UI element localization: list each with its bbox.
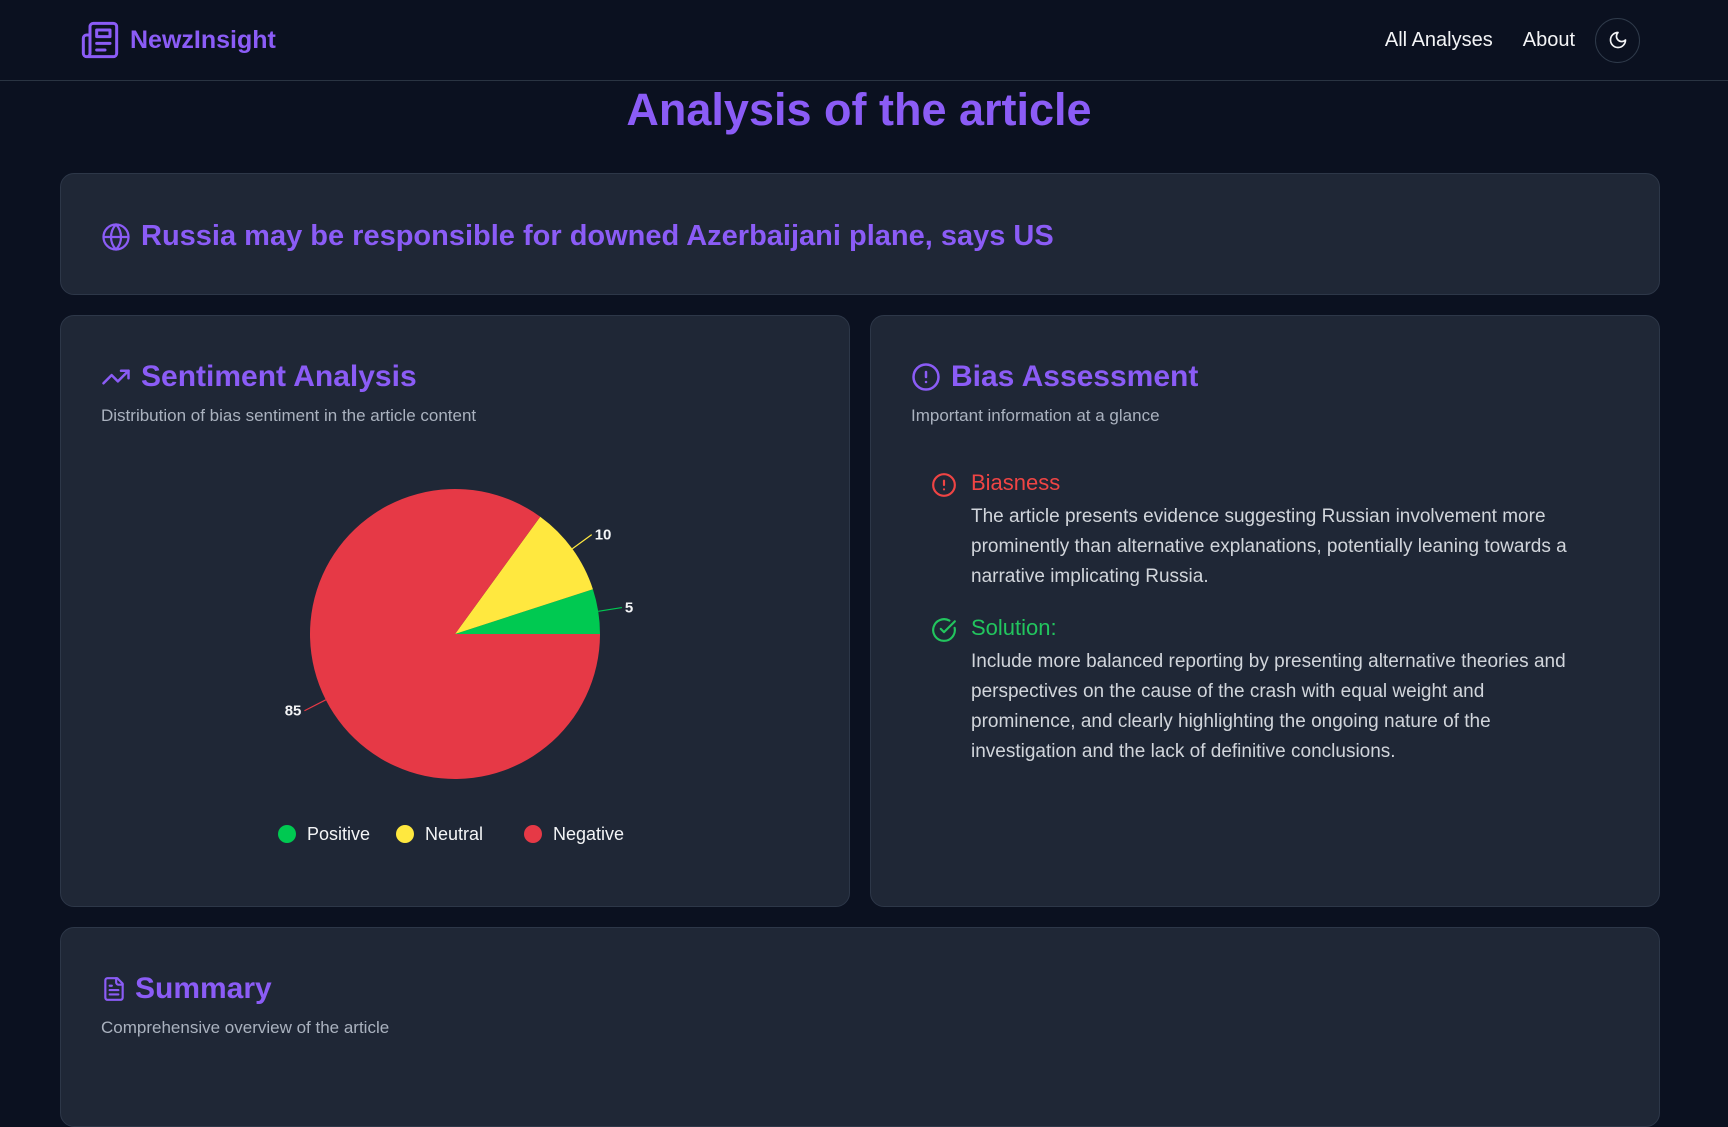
brand-link[interactable]: NewzInsight <box>80 20 276 60</box>
biasness-label: Biasness <box>971 470 1061 495</box>
article-headline: Russia may be responsible for downed Aze… <box>141 220 1054 252</box>
legend-label-positive: Positive <box>307 824 370 844</box>
legend-swatch-neutral <box>396 825 414 843</box>
navbar: NewzInsight All Analyses About <box>0 0 1728 81</box>
bias-subtitle: Important information at a glance <box>911 406 1160 425</box>
biasness-item: Biasness The article presents evidence s… <box>931 470 1591 592</box>
bias-title: Bias Assessment <box>951 360 1199 393</box>
legend-swatch-negative <box>524 825 542 843</box>
file-text-icon <box>104 977 124 1001</box>
nav-links: All Analyses About <box>1385 17 1640 63</box>
sentiment-analysis-card: Sentiment Analysis Distribution of bias … <box>60 315 850 907</box>
theme-toggle-button[interactable] <box>1595 17 1640 63</box>
biasness-text: The article presents evidence suggesting… <box>971 506 1567 587</box>
legend-label-negative: Negative <box>553 824 624 844</box>
pie-value-label-positive: 5 <box>625 600 633 617</box>
article-headline-card: Russia may be responsible for downed Aze… <box>60 173 1660 295</box>
legend-swatch-positive <box>278 825 296 843</box>
pie-label-line-positive <box>598 606 623 612</box>
pie-label-line-neutral <box>571 534 593 550</box>
legend-item-negative[interactable]: Negative <box>524 824 624 844</box>
alert-circle-icon <box>932 473 956 497</box>
sentiment-pie-chart: 5 10 85 Positive Neutral Negative <box>278 489 633 844</box>
legend-label-neutral: Neutral <box>425 824 483 844</box>
pie-label-line-negative <box>304 699 327 712</box>
solution-text: Include more balanced reporting by prese… <box>971 651 1566 762</box>
brand-name: NewzInsight <box>130 25 276 54</box>
newspaper-icon <box>80 20 120 60</box>
check-circle-icon <box>932 618 956 642</box>
page-title: Analysis of the article <box>626 84 1092 135</box>
legend-item-neutral[interactable]: Neutral <box>396 824 483 844</box>
globe-icon <box>102 222 130 251</box>
summary-subtitle: Comprehensive overview of the article <box>101 1018 390 1037</box>
pie-value-label-neutral: 10 <box>595 527 612 544</box>
bias-assessment-card: Bias Assessment Important information at… <box>870 315 1660 907</box>
alert-circle-icon <box>912 363 940 391</box>
summary-card: Summary Comprehensive overview of the ar… <box>60 927 1660 1127</box>
solution-label: Solution: <box>971 615 1057 640</box>
nav-about-link[interactable]: About <box>1523 29 1575 52</box>
legend-item-positive[interactable]: Positive <box>278 824 370 844</box>
solution-item: Solution: Include more balanced reportin… <box>931 615 1591 767</box>
pie-value-label-negative: 85 <box>285 703 302 720</box>
summary-title: Summary <box>135 972 272 1005</box>
nav-all-analyses-link[interactable]: All Analyses <box>1385 29 1493 52</box>
moon-icon <box>1609 31 1626 49</box>
